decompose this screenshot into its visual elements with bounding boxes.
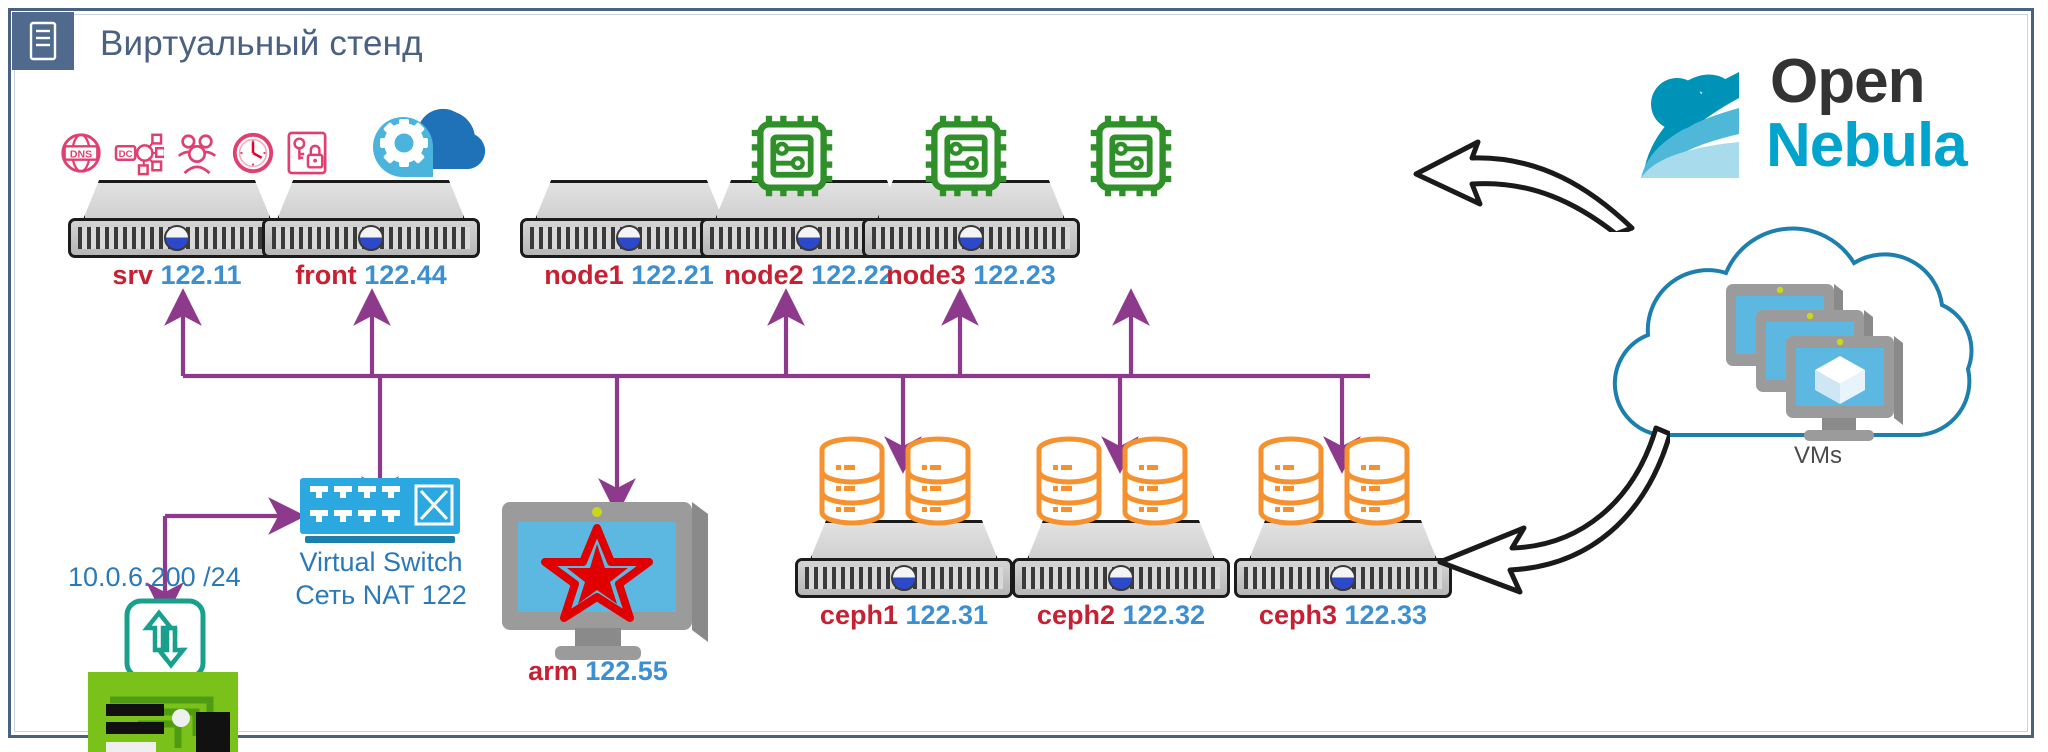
host-ip: 122.31 xyxy=(905,600,989,630)
host-ip: 122.22 xyxy=(811,260,894,290)
cpu-chip-icon xyxy=(1090,115,1172,197)
switch-base-bar xyxy=(305,536,455,543)
host-label: node3 122.23 xyxy=(886,260,1056,291)
dns-globe-icon: DNS xyxy=(61,133,101,173)
server-top-panel xyxy=(82,180,272,222)
server-power-led xyxy=(958,225,984,251)
host-label: front 122.44 xyxy=(295,260,447,291)
host-srv[interactable]: srv 122.11 xyxy=(68,180,286,290)
diagram-canvas: Виртуальный стенд srv 122.11 DNS DC fron… xyxy=(0,0,2048,752)
host-label: ceph3 122.33 xyxy=(1259,600,1427,631)
server-front-panel xyxy=(795,558,1013,598)
domain-controller-icon: DC xyxy=(114,133,164,176)
host-ip: 122.44 xyxy=(364,260,447,290)
logo-part-open: Open xyxy=(1770,47,1925,116)
svg-text:DNS: DNS xyxy=(70,148,92,160)
host-name: node2 xyxy=(724,260,804,290)
workstation-ip: 122.55 xyxy=(585,656,668,686)
server-power-led xyxy=(1108,565,1134,591)
host-name: srv xyxy=(112,260,153,290)
logo-part-nebula: Nebula xyxy=(1766,111,1968,180)
server-power-led xyxy=(358,225,384,251)
cpu-chip-icon xyxy=(751,115,833,197)
server-top-panel xyxy=(534,180,724,222)
srv-services-row: DNS DC xyxy=(58,130,328,176)
host-label: node2 122.22 xyxy=(724,260,894,291)
clock-ntp-icon xyxy=(232,132,274,174)
virtual-switch-icon[interactable] xyxy=(300,478,460,534)
vm-monitors-cube-icon xyxy=(1726,284,1903,441)
host-name: node3 xyxy=(886,260,966,290)
host-ip: 122.21 xyxy=(631,260,714,290)
host-ip: 122.32 xyxy=(1122,600,1206,630)
host-ip: 122.23 xyxy=(973,260,1056,290)
host-name: node1 xyxy=(544,260,624,290)
server-front-panel xyxy=(862,218,1080,258)
logo-open-text: Open xyxy=(1770,47,1925,116)
host-ip: 122.33 xyxy=(1344,600,1428,630)
disk-stack-icon xyxy=(819,436,971,526)
users-group-icon xyxy=(177,134,217,175)
server-power-led xyxy=(891,565,917,591)
server-front-panel xyxy=(68,218,286,258)
cloud-gear-icon xyxy=(373,108,486,177)
monitor-astra-star-icon xyxy=(502,502,708,660)
curved-arrow-left-icon xyxy=(1437,425,1670,595)
up-down-arrows-icon xyxy=(124,598,206,680)
server-power-led xyxy=(1330,565,1356,591)
server-power-led xyxy=(616,225,642,251)
host-label: node1 122.21 xyxy=(544,260,714,291)
server-front-panel xyxy=(1012,558,1230,598)
host-label: ceph1 122.31 xyxy=(820,600,988,631)
host-name: ceph2 xyxy=(1036,600,1115,630)
server-front-panel xyxy=(262,218,480,258)
server-chassis xyxy=(68,180,286,258)
svg-text:DC: DC xyxy=(119,149,133,160)
disk-stack-icon xyxy=(1258,436,1410,526)
logo-nebula-text: Nebula xyxy=(1766,111,1968,180)
switch-label-line2: Сеть NAT 122 xyxy=(295,579,467,610)
key-lock-certificate-icon xyxy=(287,131,327,175)
curved-arrow-left-icon xyxy=(1413,139,1635,232)
host-name: front xyxy=(295,260,357,290)
cpu-chip-icon xyxy=(925,115,1007,197)
virtual-switch-label: Virtual Switch Сеть NAT 122 xyxy=(290,546,472,612)
workstation-name: arm xyxy=(528,656,578,686)
host-label: ceph2 122.32 xyxy=(1037,600,1205,631)
host-name: ceph3 xyxy=(1258,600,1337,630)
host-ip: 122.11 xyxy=(160,260,242,290)
switch-ports-glyph xyxy=(310,484,454,526)
network-adapter-icon xyxy=(88,672,238,752)
opennebula-swoosh-icon xyxy=(1641,72,1739,178)
workstation-arm[interactable]: arm 122.55 xyxy=(500,500,710,686)
host-label: srv 122.11 xyxy=(112,260,241,291)
workstation-label: arm 122.55 xyxy=(528,656,668,687)
host-name: ceph1 xyxy=(819,600,898,630)
server-power-led xyxy=(164,225,190,251)
switch-label-line1: Virtual Switch xyxy=(299,547,463,577)
cloud-label: VMs xyxy=(1794,442,1842,469)
uplink-address: 10.0.6.200 /24 xyxy=(68,562,241,592)
disk-stack-icon xyxy=(1036,436,1188,526)
server-power-led xyxy=(796,225,822,251)
